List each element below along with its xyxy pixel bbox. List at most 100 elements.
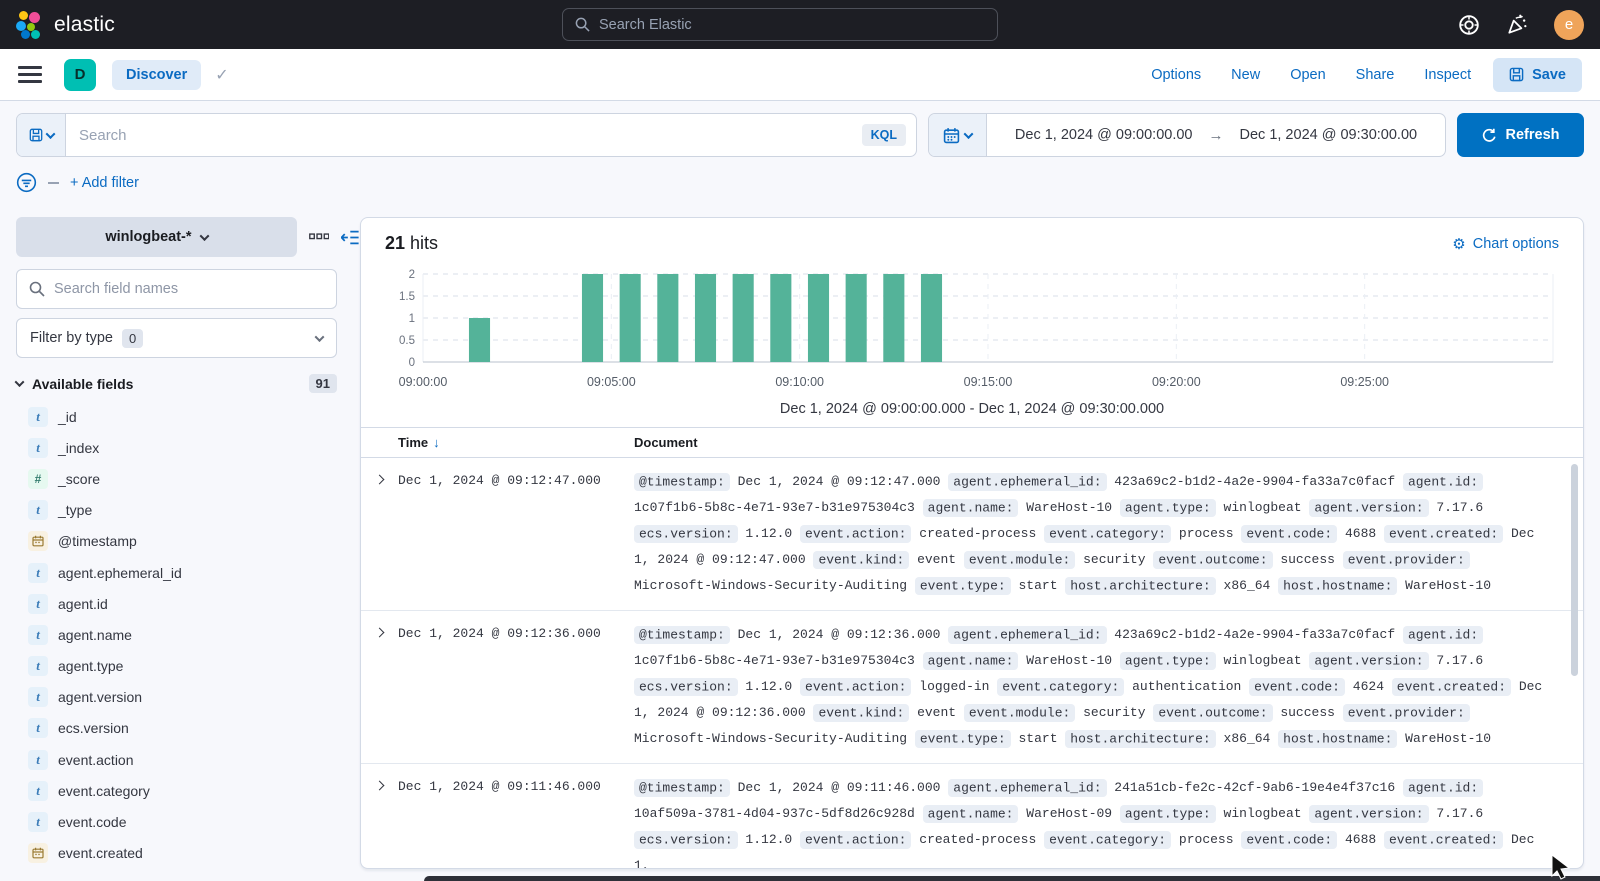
field-name: event.category xyxy=(58,782,150,799)
add-filter-button[interactable]: + Add filter xyxy=(70,175,139,191)
field-badge: event.category: xyxy=(1044,524,1172,543)
save-icon xyxy=(1509,67,1524,82)
field-settings-icon[interactable] xyxy=(308,233,330,241)
field-badge: agent.ephemeral_id: xyxy=(948,778,1107,797)
field-item[interactable]: t agent.type xyxy=(16,651,360,682)
row-timestamp: Dec 1, 2024 @ 09:12:47.000 xyxy=(398,473,601,488)
column-header-time[interactable]: Time ↓ xyxy=(398,435,628,450)
field-item[interactable]: t event.action xyxy=(16,744,360,775)
field-item[interactable]: t agent.name xyxy=(16,619,360,650)
new-button[interactable]: New xyxy=(1231,67,1260,83)
expand-row-button[interactable] xyxy=(361,775,398,868)
column-header-document[interactable]: Document xyxy=(628,435,698,450)
string-field-icon: t xyxy=(28,437,48,458)
global-search-input[interactable]: Search Elastic xyxy=(562,8,998,41)
table-header: Time ↓ Document xyxy=(361,427,1583,458)
user-avatar[interactable]: e xyxy=(1554,9,1584,40)
field-item[interactable]: t agent.id xyxy=(16,588,360,619)
calendar-icon xyxy=(943,127,960,143)
date-quick-select-button[interactable] xyxy=(929,114,987,156)
available-fields-toggle[interactable]: Available fields 91 xyxy=(14,374,337,393)
field-name: event.action xyxy=(58,751,134,768)
kql-language-button[interactable]: KQL xyxy=(861,124,906,146)
field-badge: host.hostname: xyxy=(1278,729,1398,748)
expand-row-button[interactable] xyxy=(361,622,398,752)
help-icon[interactable] xyxy=(1458,14,1480,36)
field-badge: event.category: xyxy=(997,677,1125,696)
field-badge: event.created: xyxy=(1391,677,1512,696)
field-badge: agent.ephemeral_id: xyxy=(948,472,1107,491)
svg-text:09:05:00: 09:05:00 xyxy=(587,375,636,389)
row-timestamp: Dec 1, 2024 @ 09:12:36.000 xyxy=(398,626,601,641)
refresh-icon xyxy=(1482,128,1496,142)
inspect-button[interactable]: Inspect xyxy=(1424,67,1471,83)
table-row[interactable]: Dec 1, 2024 @ 09:12:36.000 @timestamp: De… xyxy=(361,611,1583,764)
field-badge: event.provider: xyxy=(1342,550,1470,569)
field-badge: event.module: xyxy=(963,550,1076,569)
date-from-input[interactable]: Dec 1, 2024 @ 09:00:00.00 xyxy=(1015,127,1193,143)
field-badge: @timestamp: xyxy=(634,625,730,644)
string-field-icon: t xyxy=(28,562,48,583)
field-name: agent.name xyxy=(58,626,132,643)
date-field-icon xyxy=(28,531,48,552)
field-name: _index xyxy=(58,439,100,456)
field-badge: agent.id: xyxy=(1402,778,1484,797)
share-button[interactable]: Share xyxy=(1356,67,1395,83)
newsfeed-icon[interactable] xyxy=(1506,14,1528,36)
bottom-bar xyxy=(424,876,1600,881)
svg-text:1: 1 xyxy=(409,313,415,325)
table-row[interactable]: Dec 1, 2024 @ 09:11:46.000 @timestamp: De… xyxy=(361,764,1583,868)
field-item[interactable]: t event.category xyxy=(16,775,360,806)
options-button[interactable]: Options xyxy=(1151,67,1201,83)
menu-icon[interactable] xyxy=(18,66,42,83)
search-icon xyxy=(575,17,590,32)
date-field-icon xyxy=(28,843,48,864)
index-pattern-selector[interactable]: winlogbeat-* xyxy=(16,217,297,257)
field-item[interactable]: t _id xyxy=(16,401,360,432)
string-field-icon: t xyxy=(28,656,48,677)
refresh-button[interactable]: Refresh xyxy=(1457,113,1584,157)
string-field-icon: t xyxy=(28,687,48,708)
field-item[interactable]: event.created xyxy=(16,838,360,869)
table-row[interactable]: Dec 1, 2024 @ 09:12:47.000 @timestamp: De… xyxy=(361,458,1583,611)
field-item[interactable]: t ecs.version xyxy=(16,713,360,744)
field-badge: ecs.version: xyxy=(634,830,738,849)
field-badge: ecs.version: xyxy=(634,677,738,696)
field-search-input[interactable]: Search field names xyxy=(16,269,337,309)
field-item[interactable]: t _index xyxy=(16,432,360,463)
field-item[interactable]: t agent.ephemeral_id xyxy=(16,557,360,588)
filter-divider xyxy=(48,181,59,184)
filter-settings-icon[interactable] xyxy=(16,172,37,193)
breadcrumb[interactable]: Discover xyxy=(112,59,202,90)
field-item[interactable]: # _score xyxy=(16,463,360,494)
open-button[interactable]: Open xyxy=(1290,67,1325,83)
field-badge: event.type: xyxy=(914,729,1011,748)
field-badge: event.action: xyxy=(800,677,912,696)
field-item[interactable]: t event.code xyxy=(16,806,360,837)
available-fields-count-badge: 91 xyxy=(308,374,337,393)
kibana-discover-app: elastic Search Elastic e D Discover ✓ Op… xyxy=(0,0,1600,881)
field-item[interactable]: t _type xyxy=(16,495,360,526)
chart-options-button[interactable]: ⚙ Chart options xyxy=(1452,235,1559,253)
date-to-input[interactable]: Dec 1, 2024 @ 09:30:00.00 xyxy=(1240,127,1418,143)
filter-by-type-select[interactable]: Filter by type 0 xyxy=(16,318,337,358)
field-badge: event.type: xyxy=(914,576,1011,595)
document-rows: Dec 1, 2024 @ 09:12:47.000 @timestamp: De… xyxy=(361,458,1583,868)
elastic-logo-icon[interactable] xyxy=(16,10,44,39)
histogram-chart[interactable]: 0 0.5 1 1.5 2 09:00:00 09:05:00 09:10:00 09:15:0… xyxy=(361,258,1583,399)
scrollbar-thumb[interactable] xyxy=(1571,464,1578,676)
search-icon xyxy=(29,281,45,297)
save-button[interactable]: Save xyxy=(1493,57,1582,92)
saved-query-menu-button[interactable] xyxy=(17,114,66,156)
field-item[interactable]: t agent.version xyxy=(16,682,360,713)
field-item[interactable]: @timestamp xyxy=(16,526,360,557)
field-badge: agent.ephemeral_id: xyxy=(948,625,1107,644)
field-badge: agent.type: xyxy=(1119,651,1216,670)
expand-row-button[interactable] xyxy=(361,469,398,599)
collapse-sidebar-icon[interactable] xyxy=(341,229,360,246)
query-search-input[interactable]: Search xyxy=(66,127,127,144)
svg-text:09:25:00: 09:25:00 xyxy=(1340,375,1389,389)
svg-text:09:15:00: 09:15:00 xyxy=(964,375,1013,389)
space-avatar[interactable]: D xyxy=(64,58,96,91)
chevron-down-icon xyxy=(199,230,209,241)
